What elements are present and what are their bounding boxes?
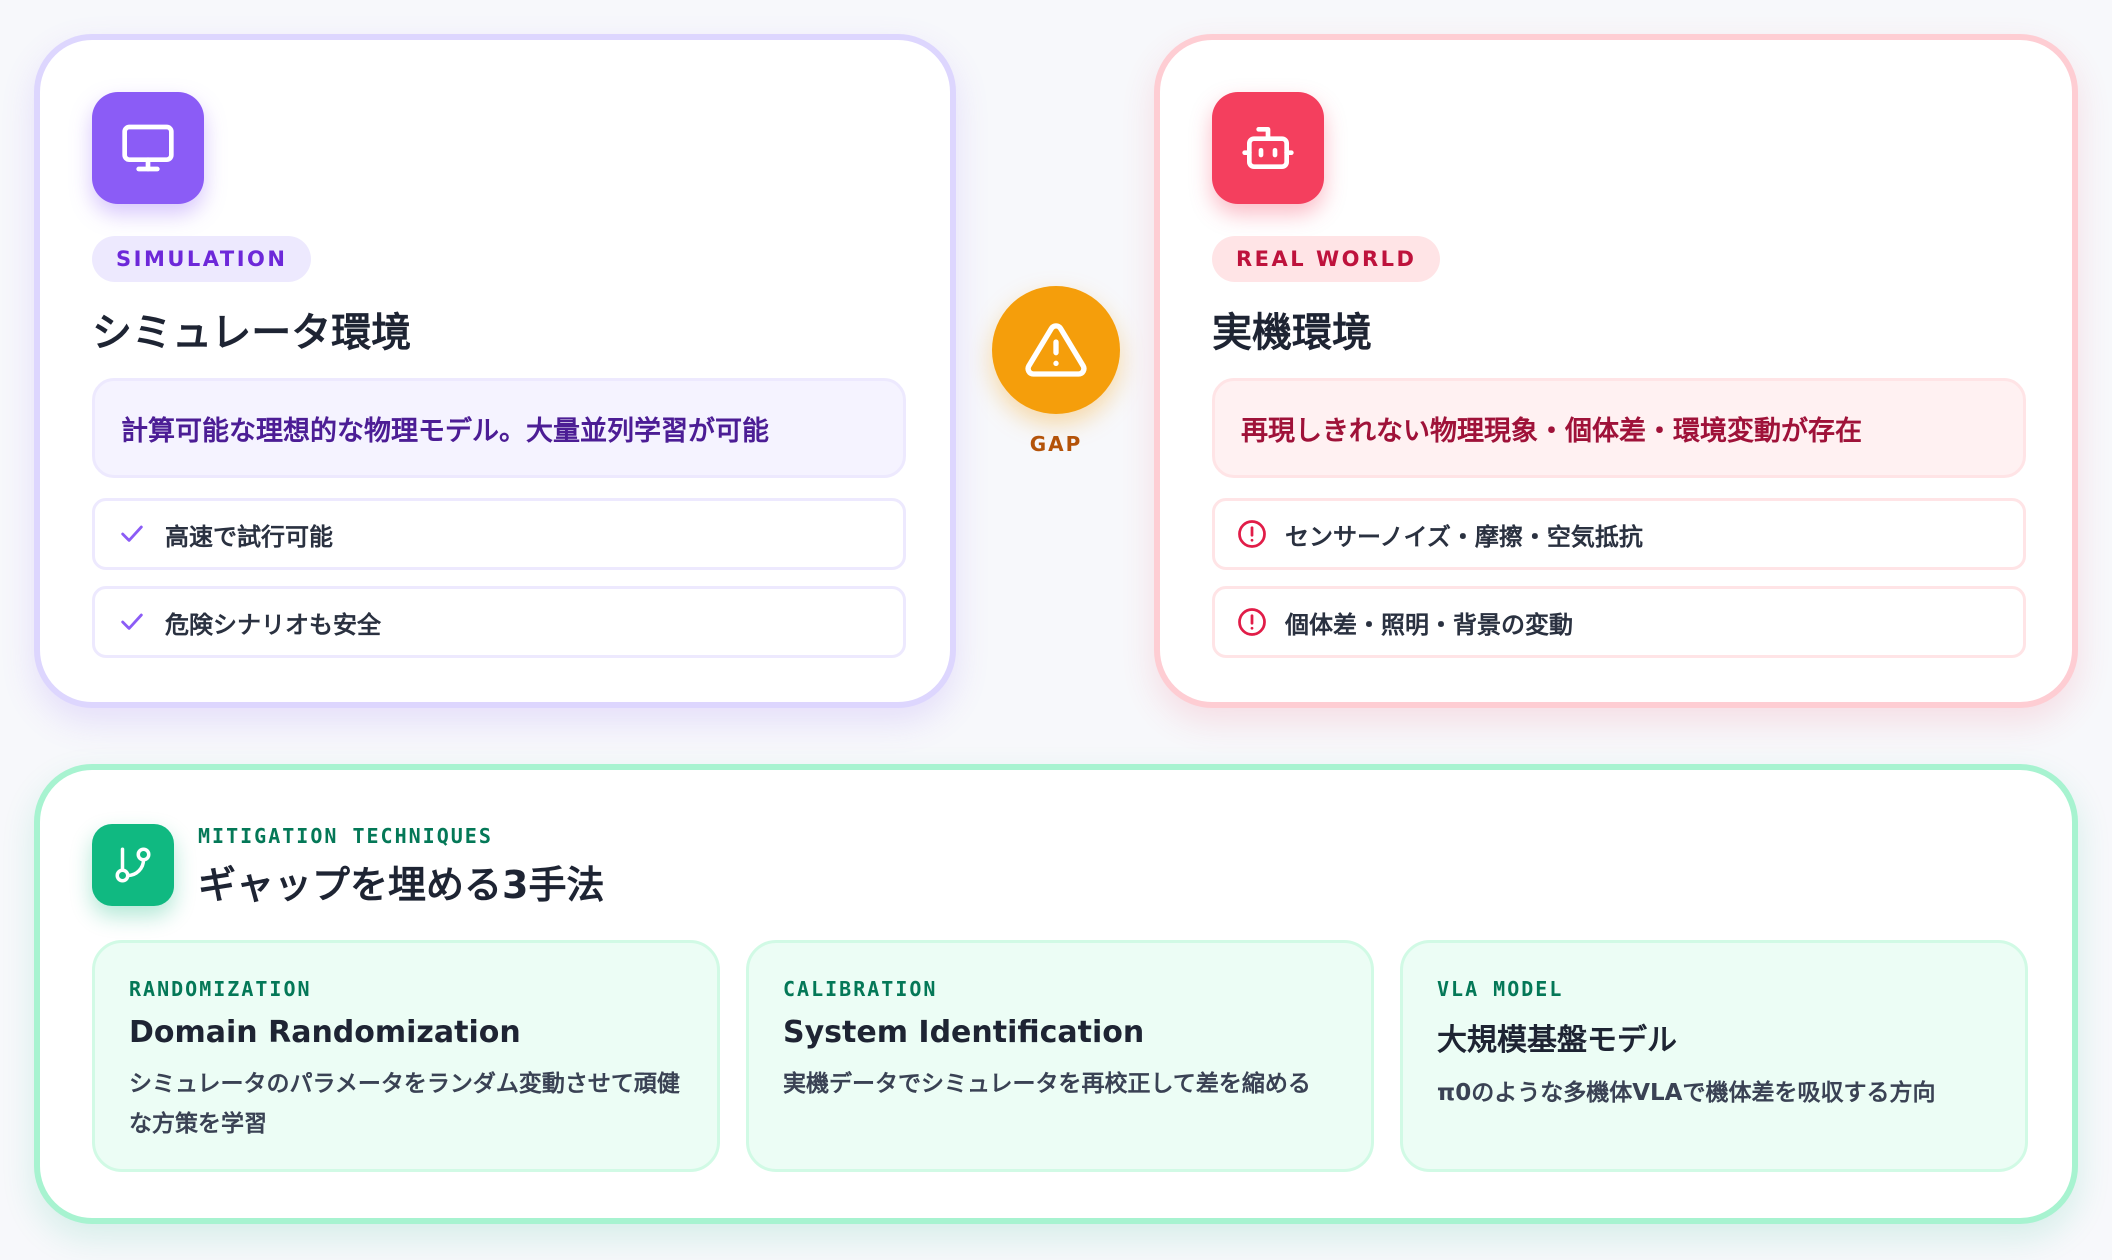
technique-description: シミュレータのパラメータをランダム変動させて頑健な方策を学習 [129, 1071, 680, 1137]
technique-description: 実機データでシミュレータを再校正して差を縮める [783, 1071, 1311, 1097]
technique-tag: VLA MODEL [1437, 977, 1564, 1001]
simulation-title: シミュレータ環境 [92, 310, 412, 356]
technique-card: CALIBRATION System Identification 実機データで… [746, 940, 1374, 1172]
mitigation-title: ギャップを埋める3手法 [198, 863, 605, 907]
technique-tag: CALIBRATION [783, 977, 938, 1001]
git-branch-icon [92, 824, 174, 906]
simulation-description: 計算可能な理想的な物理モデル。大量並列学習が可能 [92, 378, 906, 478]
simulation-tag: SIMULATION [92, 236, 312, 282]
technique-description: π0のような多機体VLAで機体差を吸収する方向 [1437, 1080, 1936, 1106]
real-world-card: REAL WORLD 実機環境 再現しきれない物理現象・個体差・環境変動が存在 … [1154, 34, 2078, 708]
simulation-item: 危険シナリオも安全 [92, 586, 906, 658]
technique-title: System Identification [783, 1015, 1145, 1050]
mitigation-card: MITIGATION TECHNIQUES ギャップを埋める3手法 RANDOM… [34, 764, 2078, 1224]
simulation-item-text: 高速で試行可能 [165, 522, 333, 551]
technique-card: RANDOMIZATION Domain Randomization シミュレー… [92, 940, 720, 1172]
technique-title: 大規模基盤モデル [1437, 1023, 1677, 1058]
warning-triangle-icon [992, 286, 1120, 414]
monitor-icon [92, 92, 204, 204]
technique-title: Domain Randomization [129, 1015, 521, 1050]
real-world-description: 再現しきれない物理現象・個体差・環境変動が存在 [1212, 378, 2026, 478]
alert-circle-icon [1235, 605, 1269, 639]
real-world-item-text: センサーノイズ・摩擦・空気抵抗 [1285, 522, 1643, 551]
simulation-item: 高速で試行可能 [92, 498, 906, 570]
real-world-item: センサーノイズ・摩擦・空気抵抗 [1212, 498, 2026, 570]
check-icon [115, 517, 149, 551]
alert-circle-icon [1235, 517, 1269, 551]
simulation-card: SIMULATION シミュレータ環境 計算可能な理想的な物理モデル。大量並列学… [34, 34, 956, 708]
technique-tag: RANDOMIZATION [129, 977, 312, 1001]
gap-label: GAP [1029, 432, 1083, 456]
mitigation-eyebrow: MITIGATION TECHNIQUES [198, 824, 493, 848]
real-world-tag: REAL WORLD [1212, 236, 1441, 282]
real-world-title: 実機環境 [1212, 310, 1372, 356]
check-icon [115, 605, 149, 639]
real-world-item-text: 個体差・照明・背景の変動 [1285, 610, 1573, 639]
robot-icon [1212, 92, 1324, 204]
technique-card: VLA MODEL 大規模基盤モデル π0のような多機体VLAで機体差を吸収する… [1400, 940, 2028, 1172]
simulation-item-text: 危険シナリオも安全 [165, 610, 381, 639]
real-world-item: 個体差・照明・背景の変動 [1212, 586, 2026, 658]
